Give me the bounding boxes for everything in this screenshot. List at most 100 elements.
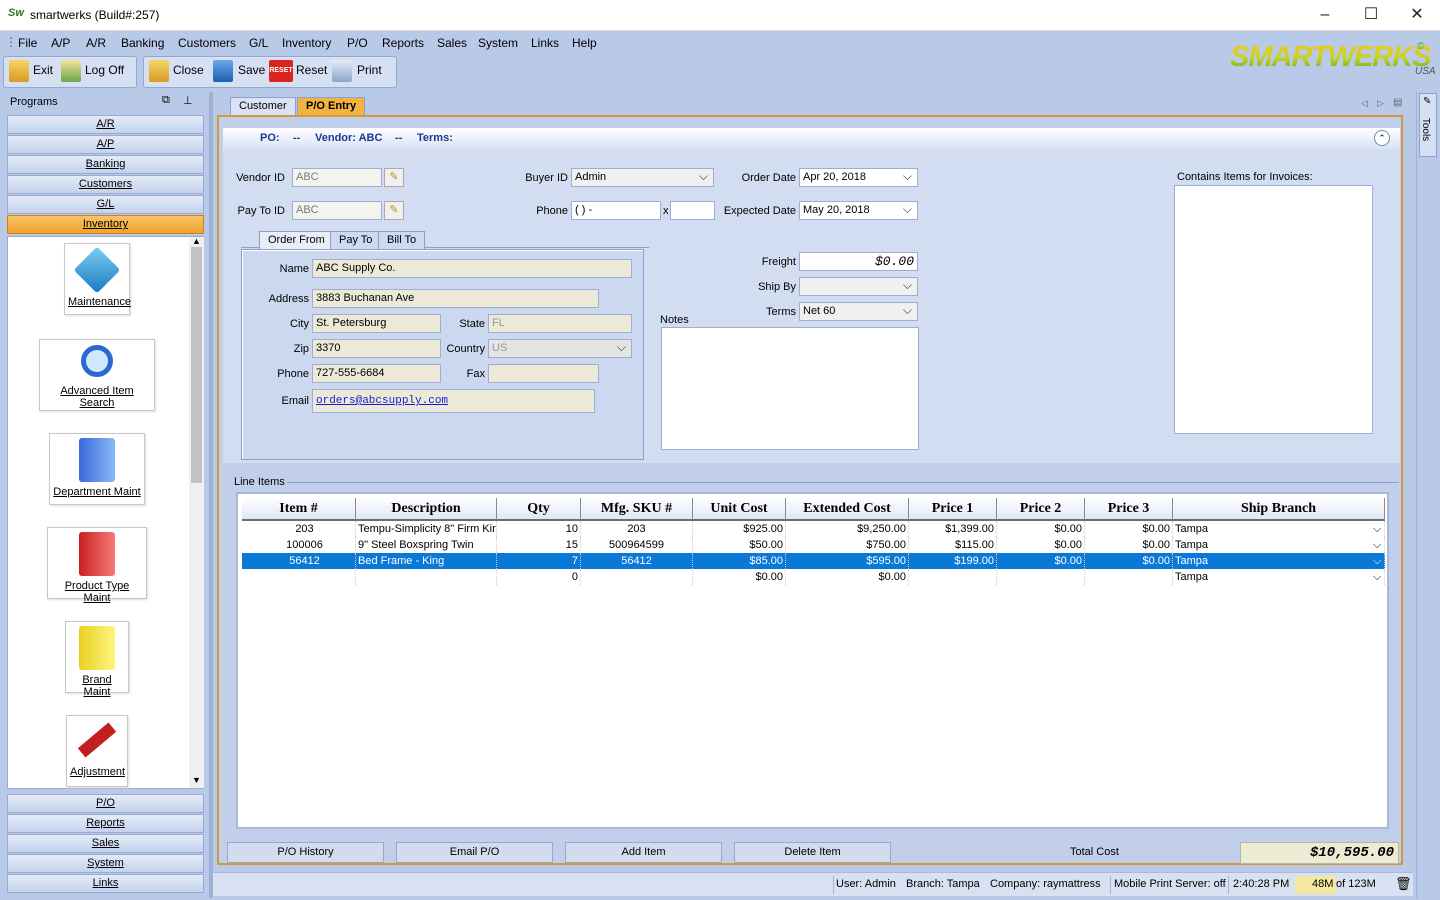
print-icon[interactable] (332, 60, 352, 82)
cell-unit-cost[interactable]: $925.00 (693, 521, 786, 537)
cell-qty[interactable]: 7 (497, 553, 581, 569)
cell-qty[interactable]: 0 (497, 569, 581, 585)
name-input[interactable]: ABC Supply Co. (312, 259, 632, 278)
state-input[interactable]: FL (488, 314, 632, 333)
close-icon[interactable]: ✕ (1394, 0, 1440, 31)
contains-items-list[interactable] (1174, 185, 1373, 434)
trash-icon[interactable]: 🗑 (1395, 876, 1412, 892)
col-price-2[interactable]: Price 2 (997, 498, 1085, 521)
pay-to-id-input[interactable]: ABC (292, 201, 382, 220)
nav-links[interactable]: Links (7, 874, 204, 893)
table-row[interactable]: 56412 Bed Frame - King 7 56412 $85.00 $595.00… (242, 553, 1385, 569)
menu-inventory[interactable]: Inventory (282, 36, 331, 50)
menu-reports[interactable]: Reports (382, 36, 424, 50)
menu-gl[interactable]: G/L (249, 36, 268, 50)
collapse-icon[interactable]: ⌃ (1374, 130, 1390, 146)
cell-mfg-sku[interactable] (581, 569, 693, 585)
nav-item-adjustment[interactable]: Adjustment (66, 715, 128, 787)
phone-input[interactable]: ( ) - (571, 201, 661, 220)
exit-icon[interactable] (9, 60, 29, 82)
nav-item-maintenance[interactable]: Maintenance (64, 243, 131, 315)
email-po-button[interactable]: Email P/O (396, 842, 553, 863)
col-mfg-sku[interactable]: Mfg. SKU # (581, 498, 693, 521)
menu-customers[interactable]: Customers (178, 36, 236, 50)
menu-banking[interactable]: Banking (121, 36, 164, 50)
notes-textarea[interactable] (661, 327, 919, 450)
email-link[interactable]: orders@abcsupply.com (312, 389, 595, 413)
col-description[interactable]: Description (356, 498, 497, 521)
minimize-icon[interactable]: – (1302, 0, 1348, 31)
nav-item-product-type[interactable]: Product Type Maint (47, 527, 147, 604)
close-button[interactable]: Close (173, 63, 204, 77)
cell-extended-cost[interactable]: $595.00 (786, 553, 909, 569)
tab-customer[interactable]: Customer (230, 97, 296, 115)
cell-price-2[interactable]: $0.00 (997, 521, 1085, 537)
pin-icon[interactable]: ⊥ (183, 94, 193, 107)
cell-price-2[interactable] (997, 569, 1085, 585)
nav-scroll-thumb[interactable] (191, 247, 202, 483)
cell-extended-cost[interactable]: $9,250.00 (786, 521, 909, 537)
print-button[interactable]: Print (357, 63, 382, 77)
cell-qty[interactable]: 10 (497, 521, 581, 537)
delete-item-button[interactable]: Delete Item (734, 842, 891, 863)
logoff-icon[interactable] (61, 60, 81, 82)
cell-ship-branch[interactable]: Tampa (1173, 553, 1385, 569)
chevron-down-icon[interactable]: ⌵ (1373, 553, 1381, 569)
country-select[interactable]: US (488, 339, 632, 358)
tab-list-icon[interactable]: ▤ (1393, 97, 1402, 108)
tab-po-entry[interactable]: P/O Entry (297, 97, 366, 115)
subtab-bill-to[interactable]: Bill To (378, 231, 426, 249)
cell-item-number[interactable]: 203 (254, 521, 356, 537)
nav-reports[interactable]: Reports (7, 814, 204, 833)
cell-mfg-sku[interactable]: 56412 (581, 553, 693, 569)
nav-customers[interactable]: Customers (7, 175, 204, 194)
col-extended-cost[interactable]: Extended Cost (786, 498, 909, 521)
cell-mfg-sku[interactable]: 500964599 (581, 537, 693, 553)
nav-item-brand[interactable]: Brand Maint (65, 621, 129, 698)
expected-date-input[interactable]: May 20, 2018 (799, 201, 918, 220)
col-qty[interactable]: Qty (497, 498, 581, 521)
nav-banking[interactable]: Banking (7, 155, 204, 174)
save-icon[interactable] (213, 60, 233, 82)
cell-unit-cost[interactable]: $0.00 (693, 569, 786, 585)
cell-price-3[interactable] (1085, 569, 1173, 585)
restore-icon[interactable]: ⧉ (162, 94, 170, 107)
cell-extended-cost[interactable]: $750.00 (786, 537, 909, 553)
pay-to-lookup-icon[interactable]: ✎ (384, 201, 404, 220)
nav-po[interactable]: P/O (7, 794, 204, 813)
col-unit-cost[interactable]: Unit Cost (693, 498, 786, 521)
cell-ship-branch[interactable]: Tampa (1173, 521, 1385, 537)
cell-item-number[interactable]: 56412 (254, 553, 356, 569)
ship-by-select[interactable] (799, 277, 918, 296)
cell-price-1[interactable]: $1,399.00 (909, 521, 997, 537)
menu-sales[interactable]: Sales (437, 36, 467, 50)
col-ship-branch[interactable]: Ship Branch (1173, 498, 1385, 521)
zip-input[interactable]: 3370 (312, 339, 441, 358)
table-row[interactable]: 0 $0.00 $0.00 Tampa ⌵ (242, 569, 1385, 585)
col-item-number[interactable]: Item # (242, 498, 356, 521)
scroll-down-icon[interactable]: ▼ (192, 775, 201, 785)
logoff-button[interactable]: Log Off (85, 63, 124, 77)
chevron-down-icon[interactable]: ⌵ (1373, 537, 1381, 553)
menu-links[interactable]: Links (531, 36, 559, 50)
cell-price-1[interactable]: $199.00 (909, 553, 997, 569)
cell-ship-branch[interactable]: Tampa (1173, 537, 1385, 553)
chevron-down-icon[interactable]: ⌵ (1373, 521, 1381, 537)
cell-price-3[interactable]: $0.00 (1085, 553, 1173, 569)
nav-sales[interactable]: Sales (7, 834, 204, 853)
menu-ar[interactable]: A/R (86, 36, 106, 50)
cell-description[interactable]: 9" Steel Boxspring Twin (356, 537, 497, 553)
nav-ap[interactable]: A/P (7, 135, 204, 154)
menu-help[interactable]: Help (572, 36, 597, 50)
nav-gl[interactable]: G/L (7, 195, 204, 214)
scroll-up-icon[interactable]: ▲ (192, 236, 201, 246)
order-date-input[interactable]: Apr 20, 2018 (799, 168, 918, 187)
cell-price-2[interactable]: $0.00 (997, 537, 1085, 553)
subtab-order-from[interactable]: Order From (259, 231, 334, 249)
cell-ship-branch[interactable]: Tampa (1173, 569, 1385, 585)
cell-description[interactable] (356, 569, 497, 585)
save-button[interactable]: Save (238, 63, 265, 77)
nav-item-department[interactable]: Department Maint (49, 433, 145, 505)
nav-ar[interactable]: A/R (7, 115, 204, 134)
cell-mfg-sku[interactable]: 203 (581, 521, 693, 537)
